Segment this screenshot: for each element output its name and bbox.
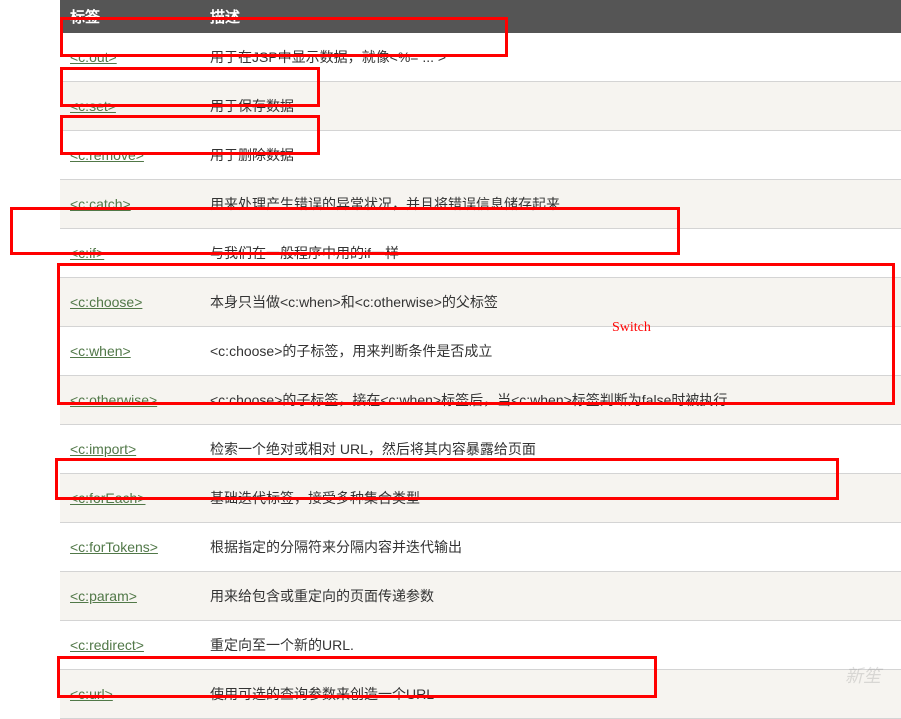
desc-cell: 使用可选的查询参数来创造一个URL — [200, 670, 901, 719]
table-row: <c:remove> 用于删除数据 — [60, 131, 901, 180]
table-row: <c:forTokens> 根据指定的分隔符来分隔内容并迭代输出 — [60, 523, 901, 572]
desc-cell: 基础迭代标签，接受多种集合类型 — [200, 474, 901, 523]
tag-link-fortokens[interactable]: <c:forTokens> — [70, 539, 158, 555]
table-row: <c:import> 检索一个绝对或相对 URL，然后将其内容暴露给页面 — [60, 425, 901, 474]
table-row: <c:when> <c:choose>的子标签，用来判断条件是否成立 — [60, 327, 901, 376]
tag-link-catch[interactable]: <c:catch> — [70, 196, 131, 212]
tag-link-set[interactable]: <c:set> — [70, 98, 116, 114]
desc-cell: <c:choose>的子标签，接在<c:when>标签后，当<c:when>标签… — [200, 376, 901, 425]
desc-cell: <c:choose>的子标签，用来判断条件是否成立 — [200, 327, 901, 376]
watermark: 新笙 — [845, 662, 881, 688]
header-tag: 标签 — [60, 0, 200, 33]
desc-cell: 用于保存数据 — [200, 82, 901, 131]
table-row: <c:redirect> 重定向至一个新的URL. — [60, 621, 901, 670]
table-row: <c:catch> 用来处理产生错误的异常状况，并且将错误信息储存起来 — [60, 180, 901, 229]
jstl-tags-table: 标签 描述 <c:out> 用于在JSP中显示数据，就像<%= ... > <c… — [60, 0, 901, 719]
desc-cell: 检索一个绝对或相对 URL，然后将其内容暴露给页面 — [200, 425, 901, 474]
tag-link-url[interactable]: <c:url> — [70, 686, 113, 702]
table-row: <c:choose> 本身只当做<c:when>和<c:otherwise>的父… — [60, 278, 901, 327]
desc-cell: 用于在JSP中显示数据，就像<%= ... > — [200, 33, 901, 82]
tag-link-when[interactable]: <c:when> — [70, 343, 131, 359]
tag-link-foreach[interactable]: <c:forEach> — [70, 490, 146, 506]
tag-link-out[interactable]: <c:out> — [70, 49, 117, 65]
table-row: <c:param> 用来给包含或重定向的页面传递参数 — [60, 572, 901, 621]
tag-link-remove[interactable]: <c:remove> — [70, 147, 144, 163]
tag-link-import[interactable]: <c:import> — [70, 441, 136, 457]
tag-link-choose[interactable]: <c:choose> — [70, 294, 142, 310]
table-row: <c:out> 用于在JSP中显示数据，就像<%= ... > — [60, 33, 901, 82]
tag-link-param[interactable]: <c:param> — [70, 588, 137, 604]
desc-cell: 重定向至一个新的URL. — [200, 621, 901, 670]
table-row: <c:set> 用于保存数据 — [60, 82, 901, 131]
tag-link-if[interactable]: <c:if> — [70, 245, 104, 261]
desc-cell: 用来给包含或重定向的页面传递参数 — [200, 572, 901, 621]
table-row: <c:otherwise> <c:choose>的子标签，接在<c:when>标… — [60, 376, 901, 425]
desc-cell: 根据指定的分隔符来分隔内容并迭代输出 — [200, 523, 901, 572]
desc-cell: 用来处理产生错误的异常状况，并且将错误信息储存起来 — [200, 180, 901, 229]
tag-link-otherwise[interactable]: <c:otherwise> — [70, 392, 157, 408]
desc-cell: 与我们在一般程序中用的if一样 — [200, 229, 901, 278]
tag-link-redirect[interactable]: <c:redirect> — [70, 637, 144, 653]
table-row: <c:forEach> 基础迭代标签，接受多种集合类型 — [60, 474, 901, 523]
desc-cell: 用于删除数据 — [200, 131, 901, 180]
table-row: <c:url> 使用可选的查询参数来创造一个URL — [60, 670, 901, 719]
header-desc: 描述 — [200, 0, 901, 33]
desc-cell: 本身只当做<c:when>和<c:otherwise>的父标签 — [200, 278, 901, 327]
table-row: <c:if> 与我们在一般程序中用的if一样 — [60, 229, 901, 278]
